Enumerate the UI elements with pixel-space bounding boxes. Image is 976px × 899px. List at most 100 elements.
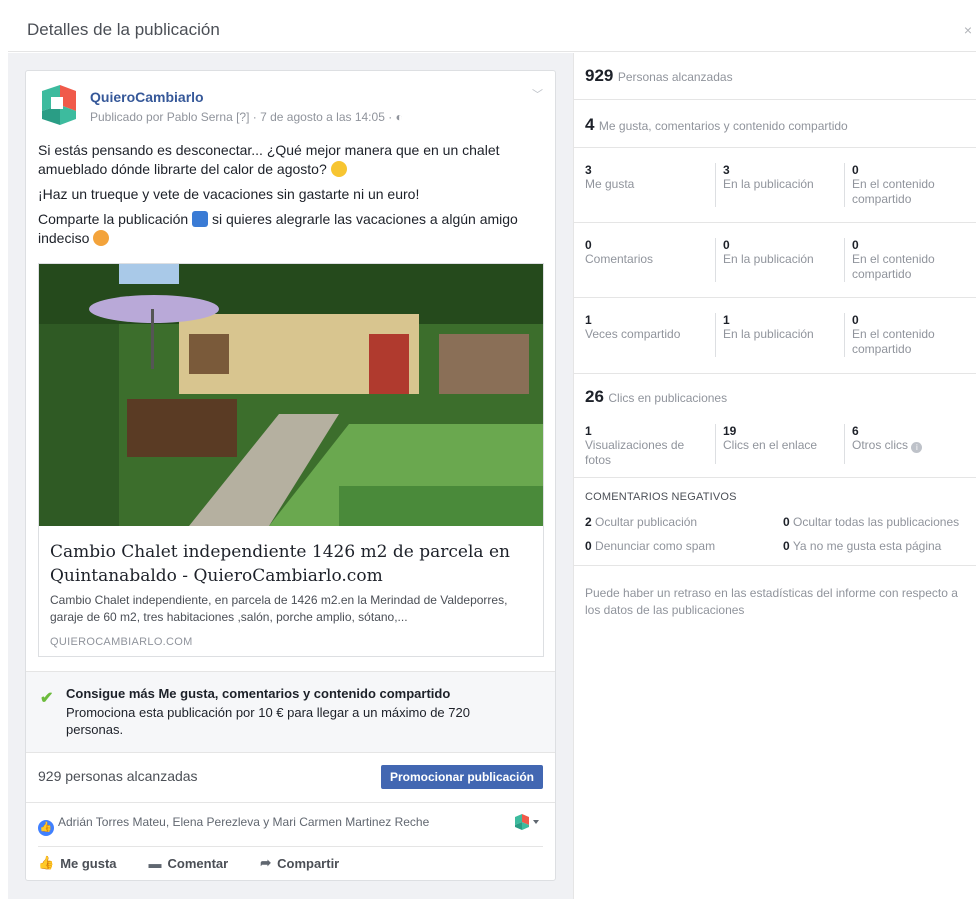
checkmark-icon: ✔ — [40, 690, 54, 707]
delay-note: Puede haber un retraso en las estadístic… — [585, 586, 958, 617]
post-message: Si estás pensando es desconectar... ¿Qué… — [38, 141, 546, 254]
comment-action[interactable]: ▬ Comentar — [149, 855, 229, 871]
hide-all-value: 0 — [783, 515, 790, 529]
spam-stat: 0 Denunciar como spam — [585, 539, 715, 553]
link-clicks-value: 19 — [723, 424, 737, 438]
shares-post-label: En la publicación — [723, 327, 814, 341]
hide-post-value: 2 — [585, 515, 592, 529]
comments-post-value: 0 — [723, 238, 730, 252]
thumbs-up-icon: 👍 — [38, 855, 55, 870]
comments-shared-value: 0 — [852, 238, 859, 252]
divider — [844, 424, 845, 464]
comments-total: 0 Comentarios — [585, 238, 653, 267]
link-clicks: 19 Clics en el enlace — [723, 424, 817, 453]
unlike-label: Ya no me gusta esta página — [792, 539, 942, 553]
link-clicks-label: Clics en el enlace — [723, 438, 818, 452]
likes-shared: 0 En el contenido compartido — [852, 163, 962, 207]
clicks-label: Clics en publicaciones — [608, 391, 728, 405]
like-reaction-icon: 👍 — [38, 820, 54, 836]
close-icon[interactable]: × — [960, 22, 976, 38]
other-clicks-label-text: Otros clics — [852, 438, 909, 452]
reactions-summary[interactable]: 👍 Adrián Torres Mateu, Elena Perezleva y … — [38, 815, 429, 836]
comment-icon: ▬ — [148, 855, 162, 871]
actor-selector-icon[interactable] — [513, 813, 541, 831]
likes-total-value: 3 — [585, 163, 592, 177]
share-arrow-icon: ➦ — [260, 855, 272, 870]
divider — [844, 163, 845, 207]
promote-button[interactable]: Promocionar publicación — [380, 765, 543, 789]
likes-total-label: Me gusta — [585, 177, 635, 191]
comments-post-label: En la publicación — [723, 252, 814, 266]
post-card: QuieroCambiarlo Publicado por Pablo Sern… — [25, 70, 556, 881]
share-action[interactable]: ➦ Compartir — [260, 855, 339, 871]
share-emoji-icon — [192, 211, 209, 227]
reach-count: 929 personas alcanzadas — [38, 768, 198, 784]
shares-total-value: 1 — [585, 313, 592, 327]
reach-section: 929 Personas alcanzadas — [574, 53, 976, 100]
hide-all-label: Ocultar todas las publicaciones — [793, 515, 960, 529]
likes-post-value: 3 — [723, 163, 730, 177]
divider — [715, 163, 716, 207]
divider — [715, 238, 716, 282]
promote-banner: ✔ Consigue más Me gusta, comentarios y c… — [26, 671, 555, 753]
spam-label: Denunciar como spam — [595, 539, 716, 553]
likes-total: 3 Me gusta — [585, 163, 634, 192]
link-preview[interactable]: Cambio Chalet independiente 1426 m2 de p… — [38, 263, 544, 657]
reach-number: 929 — [585, 66, 614, 85]
comments-total-value: 0 — [585, 238, 592, 252]
dialog-header: Detalles de la publicación × — [8, 8, 976, 52]
likes-shared-value: 0 — [852, 163, 859, 177]
link-description: Cambio Chalet independiente, en parcela … — [50, 593, 508, 624]
chalet-photo[interactable] — [39, 264, 543, 526]
dialog-title: Detalles de la publicación — [27, 20, 220, 39]
page-name-link[interactable]: QuieroCambiarlo — [90, 89, 204, 105]
post-paragraph-1: Si estás pensando es desconectar... ¿Qué… — [38, 142, 500, 177]
divider — [26, 802, 555, 803]
hide-post-stat: 2 Ocultar publicación — [585, 515, 697, 529]
shares-total: 1 Veces compartido — [585, 313, 680, 342]
comments-total-label: Comentarios — [585, 252, 654, 266]
other-clicks-label: Otros clics i — [852, 438, 923, 453]
other-clicks-value: 6 — [852, 424, 859, 438]
link-title[interactable]: Cambio Chalet independiente 1426 m2 de p… — [50, 540, 535, 588]
promo-heading: Consigue más Me gusta, comentarios y con… — [66, 686, 451, 701]
comments-row: 0 Comentarios 0 En la publicación 0 En el c… — [574, 223, 976, 298]
divider — [38, 846, 543, 847]
photo-views: 1 Visualizaciones de fotos — [585, 424, 705, 468]
clicks-number: 26 — [585, 387, 604, 406]
divider — [844, 238, 845, 282]
heart-eyes-emoji-icon — [93, 230, 110, 246]
like-label: Me gusta — [60, 855, 117, 871]
promo-body: Promociona esta publicación por 10 € par… — [66, 705, 470, 737]
post-preview-pane: QuieroCambiarlo Publicado por Pablo Sern… — [8, 53, 573, 899]
other-clicks: 6 Otros clics i — [852, 424, 923, 453]
spam-value: 0 — [585, 539, 592, 553]
shares-shared-label: En el contenido compartido — [852, 327, 935, 356]
likes-row: 3 Me gusta 3 En la publicación 0 En el cont… — [574, 148, 976, 223]
divider — [715, 313, 716, 357]
hide-all-stat: 0 Ocultar todas las publicaciones — [783, 515, 959, 529]
engagement-label: Me gusta, comentarios y contenido compar… — [598, 119, 848, 133]
photo-views-label: Visualizaciones de fotos — [585, 438, 685, 467]
chevron-down-icon[interactable]: ﹀ — [532, 86, 543, 102]
info-icon[interactable]: i — [911, 442, 923, 453]
likers-names[interactable]: Adrián Torres Mateu, Elena Perezleva y M… — [58, 815, 429, 829]
shares-shared-value: 0 — [852, 313, 859, 327]
divider — [715, 424, 716, 464]
smile-emoji-icon — [330, 161, 347, 177]
divider — [844, 313, 845, 357]
share-label: Compartir — [277, 855, 340, 871]
post-paragraph-2: ¡Haz un trueque y vete de vacaciones sin… — [38, 186, 420, 202]
likes-post-label: En la publicación — [723, 177, 814, 191]
unlike-stat: 0 Ya no me gusta esta página — [783, 539, 941, 553]
shares-shared: 0 En el contenido compartido — [852, 313, 962, 357]
insights-pane: 929 Personas alcanzadas 4 Me gusta, come… — [573, 53, 976, 899]
engagement-section: 4 Me gusta, comentarios y contenido comp… — [574, 100, 976, 148]
comments-shared: 0 En el contenido compartido — [852, 238, 962, 282]
post-details-dialog: Detalles de la publicación × QuieroCambi… — [8, 8, 976, 899]
like-action[interactable]: 👍 Me gusta — [38, 855, 117, 871]
comment-label: Comentar — [167, 855, 229, 871]
likes-shared-label: En el contenido compartido — [852, 177, 935, 206]
post-byline: Publicado por Pablo Serna [?] · 7 de ago… — [90, 110, 403, 124]
page-logo-icon[interactable] — [38, 85, 78, 125]
